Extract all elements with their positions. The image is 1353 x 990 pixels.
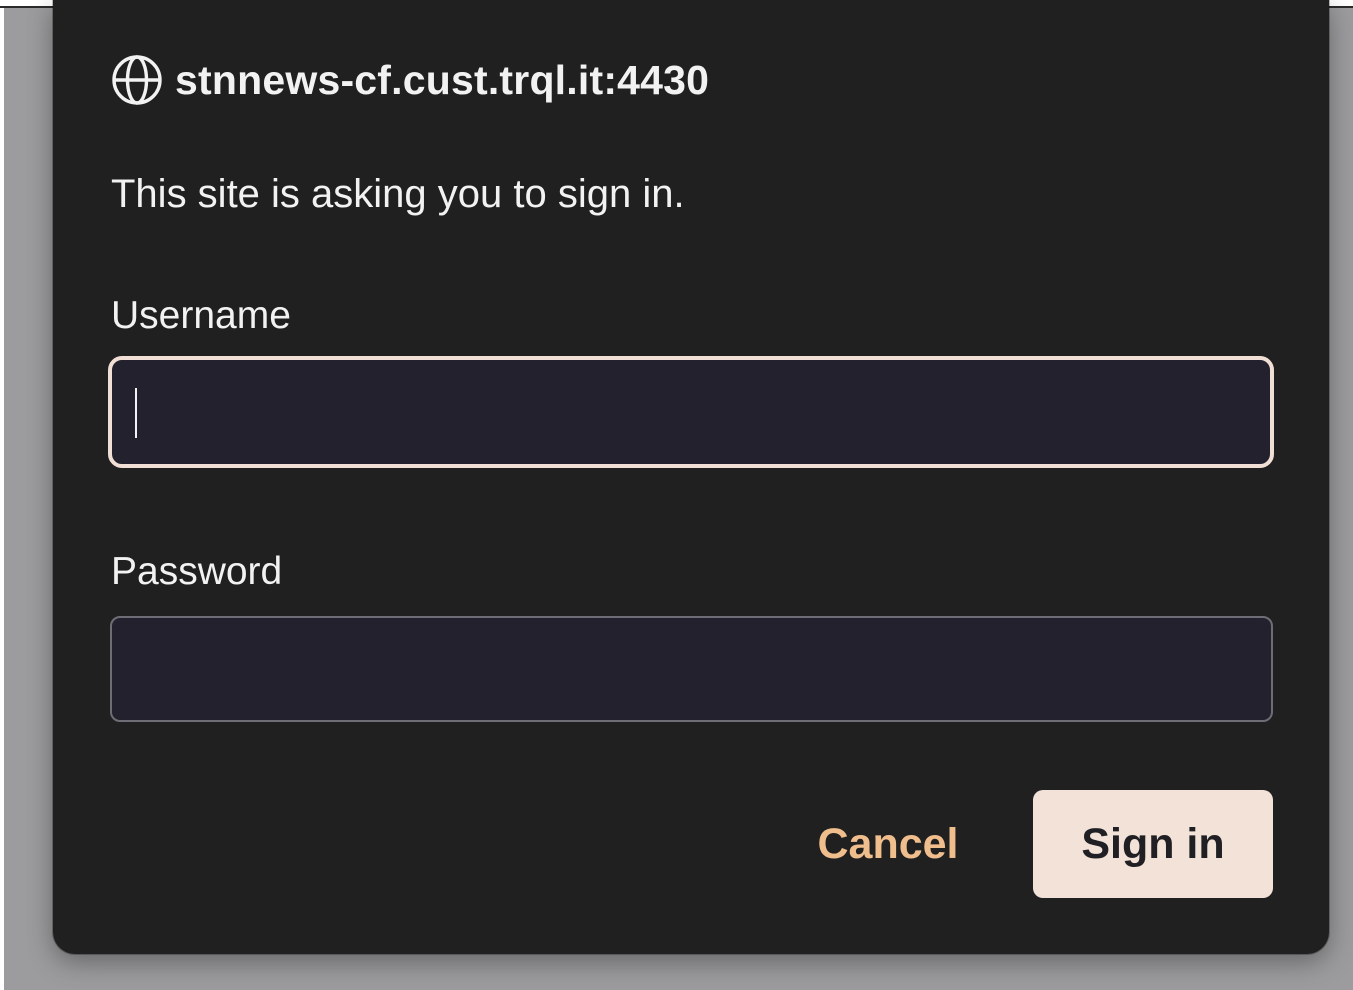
username-input[interactable] [112, 360, 1270, 464]
sign-in-message: This site is asking you to sign in. [111, 172, 685, 216]
sign-in-dialog: stnnews-cf.cust.trql.it:4430 This site i… [53, 0, 1329, 954]
site-host: stnnews-cf.cust.trql.it:4430 [175, 56, 710, 103]
text-caret [135, 388, 137, 438]
password-field-wrapper [110, 616, 1273, 722]
username-field-wrapper [108, 356, 1274, 468]
username-label: Username [111, 294, 291, 337]
globe-icon [111, 54, 163, 106]
sign-in-button[interactable]: Sign in [1033, 790, 1273, 898]
password-input[interactable] [112, 618, 1271, 720]
cancel-button[interactable]: Cancel [798, 790, 978, 898]
dialog-header: stnnews-cf.cust.trql.it:4430 [111, 52, 709, 108]
password-label: Password [111, 550, 283, 593]
